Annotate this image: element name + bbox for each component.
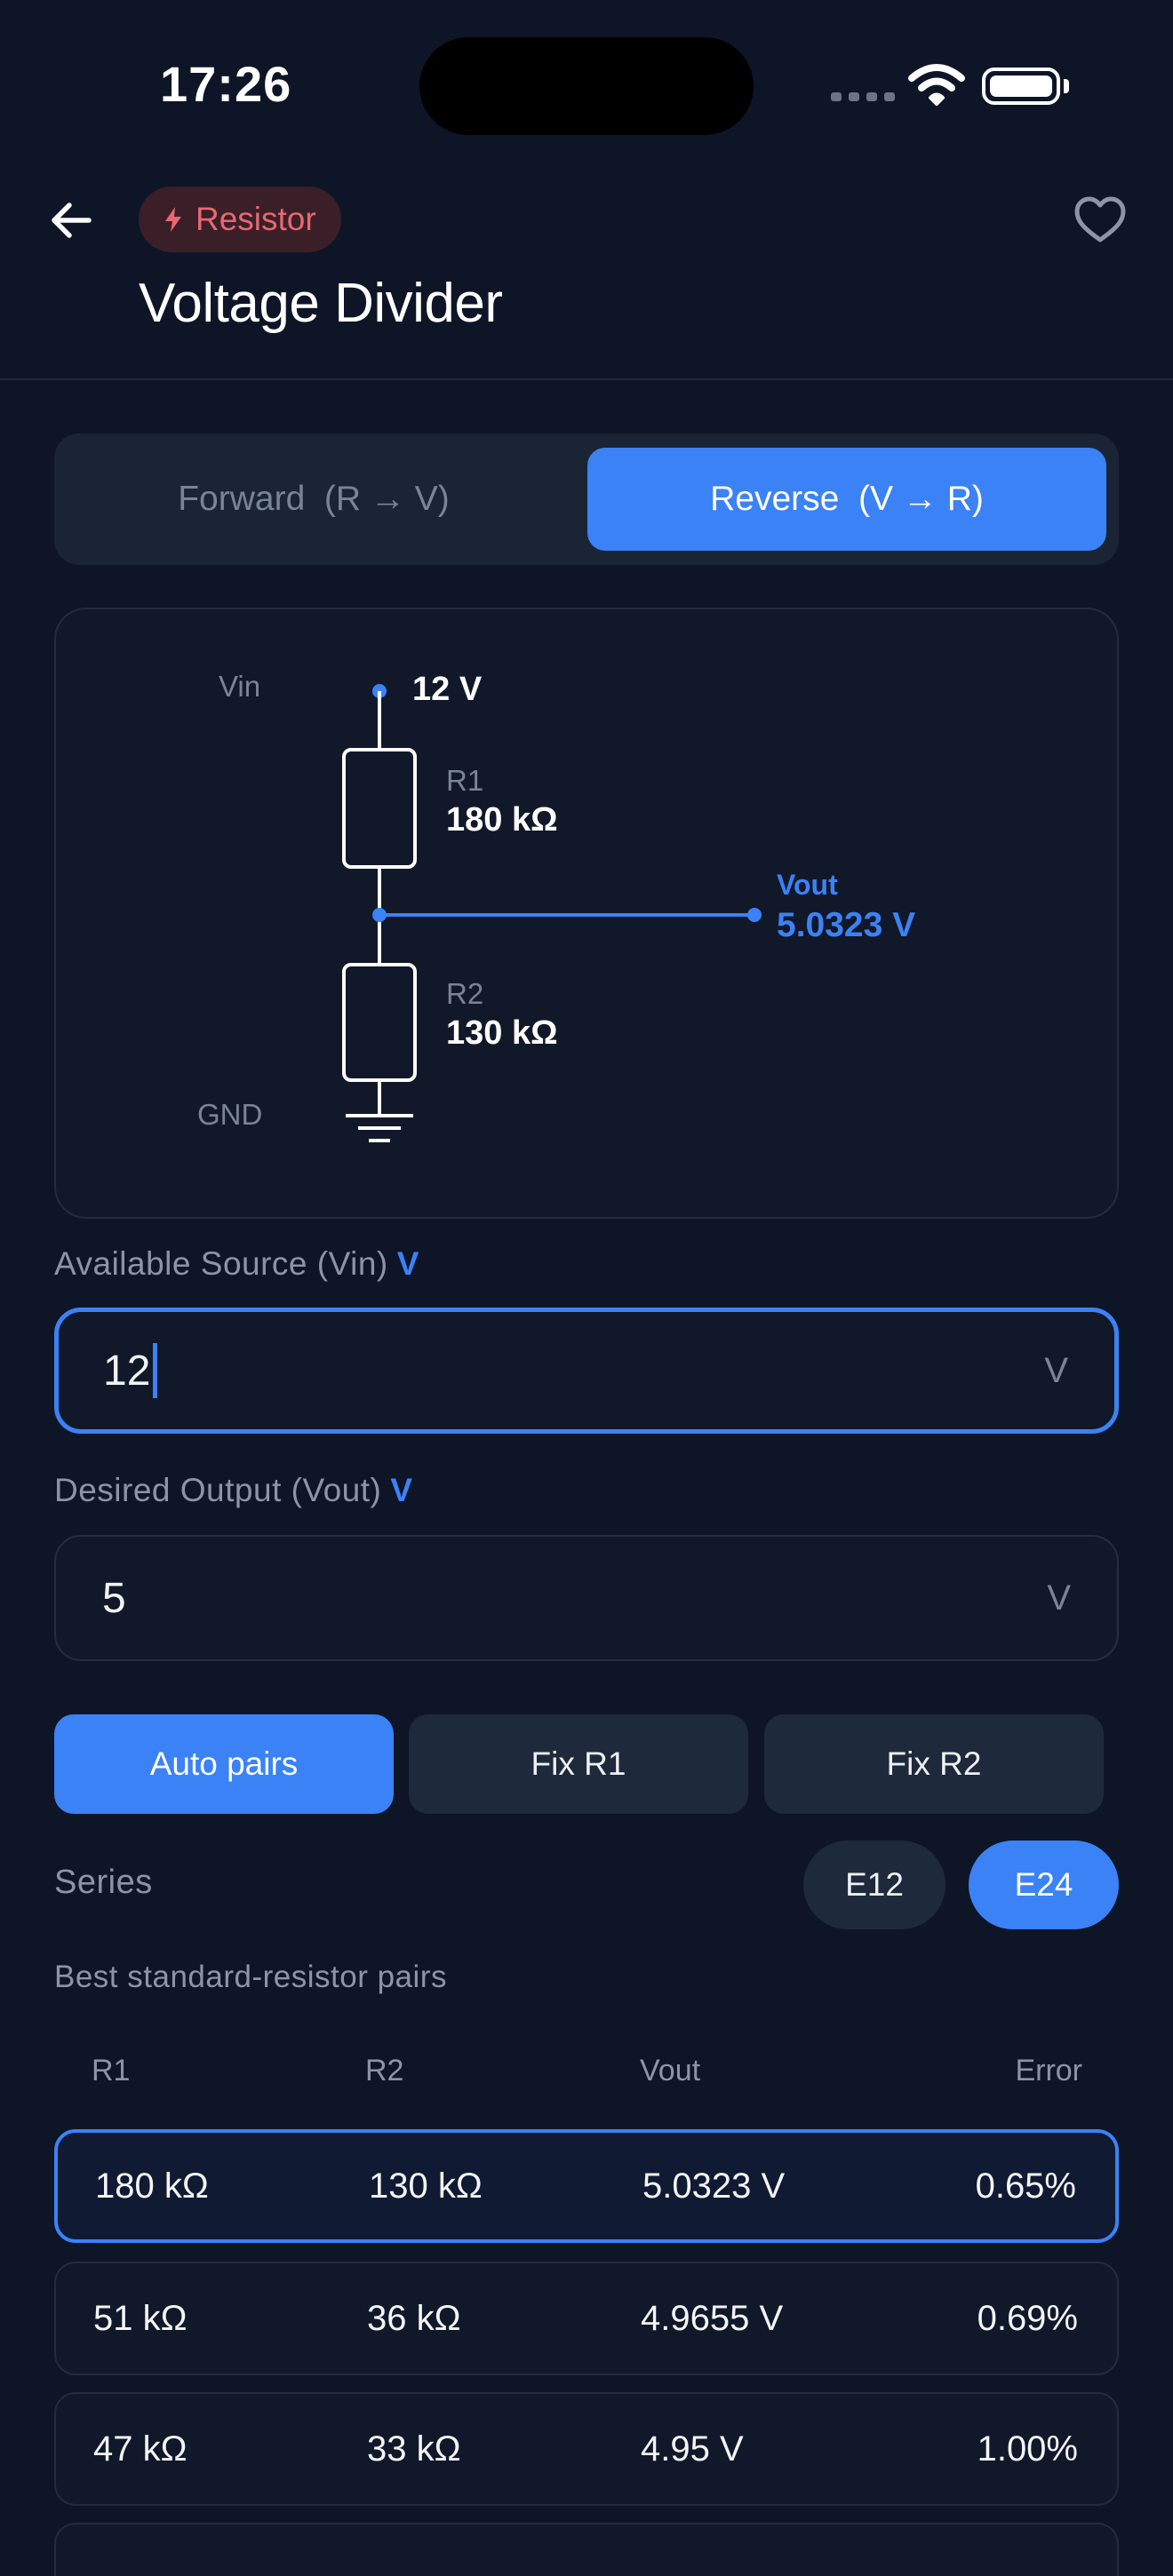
result-row-partial[interactable] [54, 2523, 1119, 2576]
column-header-error: Error [1015, 2054, 1082, 2087]
category-chip: Resistor [139, 187, 341, 252]
row-error: 1.00% [977, 2429, 1078, 2469]
r1-resistor [342, 748, 417, 869]
series-e12-pill[interactable]: E12 [803, 1841, 946, 1929]
vout-value: 5.0323 V [777, 906, 916, 944]
row-r1: 47 kΩ [93, 2429, 188, 2469]
vin-input[interactable]: 12 V [54, 1308, 1119, 1434]
vin-input-suffix: V [1044, 1350, 1068, 1390]
row-vout: 4.9655 V [641, 2298, 784, 2338]
auto-pairs-button[interactable]: Auto pairs [54, 1714, 394, 1814]
dynamic-island [419, 37, 754, 135]
row-error: 0.69% [977, 2298, 1078, 2338]
fix-r2-button[interactable]: Fix R2 [764, 1714, 1104, 1814]
row-error: 0.65% [975, 2166, 1076, 2206]
vout-label: Vout [777, 869, 838, 901]
row-r1: 180 kΩ [95, 2166, 209, 2206]
battery-tip [1064, 79, 1069, 93]
wifi-icon [908, 64, 965, 106]
fix-r1-button[interactable]: Fix R1 [409, 1714, 748, 1814]
r1-value: 180 kΩ [446, 801, 558, 839]
series-label: Series [54, 1864, 153, 1901]
vin-input-value-wrap: 12 [103, 1312, 158, 1429]
circuit-diagram: Vin 12 V R1 180 kΩ Vout 5.0323 V R2 130 … [54, 608, 1119, 1219]
results-heading: Best standard-resistor pairs [54, 1960, 447, 1994]
forward-mode-button[interactable]: Forward (R → V) [54, 448, 573, 551]
vin-field-label-text: Available Source (Vin) [54, 1245, 388, 1282]
row-r2: 36 kΩ [367, 2298, 461, 2338]
text-caret [153, 1343, 158, 1398]
page-title: Voltage Divider [139, 273, 503, 334]
series-e24-pill[interactable]: E24 [969, 1841, 1119, 1929]
back-arrow-icon[interactable] [46, 195, 96, 245]
r2-value: 130 kΩ [446, 1014, 558, 1052]
reverse-mode-button[interactable]: Reverse (V → R) [587, 448, 1106, 551]
row-vout: 4.95 V [641, 2429, 744, 2469]
column-header-r2: R2 [365, 2054, 404, 2087]
r1-label: R1 [446, 764, 484, 797]
vout-field-label: Desired Output (Vout) V [54, 1472, 413, 1509]
favorite-heart-icon[interactable] [1073, 195, 1127, 245]
row-vout: 5.0323 V [642, 2166, 786, 2206]
gnd-label: GND [197, 1098, 263, 1131]
vout-field-label-text: Desired Output (Vout) [54, 1472, 382, 1508]
category-label: Resistor [196, 201, 316, 237]
status-time: 17:26 [160, 56, 292, 112]
vout-unit-tag: V [390, 1472, 413, 1508]
result-row[interactable]: 51 kΩ 36 kΩ 4.9655 V 0.69% [54, 2262, 1119, 2375]
row-r2: 33 kΩ [367, 2429, 461, 2469]
vout-node [747, 908, 762, 922]
lightning-icon [165, 207, 181, 232]
vout-input[interactable]: 5 V [54, 1535, 1119, 1661]
vin-unit-tag: V [396, 1245, 419, 1282]
cellular-signal-icon [831, 92, 895, 101]
r2-label: R2 [446, 977, 484, 1010]
header-divider [0, 378, 1173, 380]
r2-resistor [342, 963, 417, 1082]
battery-icon [982, 68, 1060, 105]
row-r2: 130 kΩ [369, 2166, 483, 2206]
row-r1: 51 kΩ [93, 2298, 188, 2338]
column-header-r1: R1 [92, 2054, 131, 2087]
result-row-selected[interactable]: 180 kΩ 130 kΩ 5.0323 V 0.65% [54, 2129, 1119, 2243]
ground-symbol [346, 1114, 413, 1142]
vout-input-suffix: V [1047, 1578, 1071, 1618]
vin-field-label: Available Source (Vin) V [54, 1245, 419, 1283]
mode-toggle: Forward (R → V) Reverse (V → R) [54, 433, 1119, 565]
vin-label: Vin [219, 670, 261, 703]
vout-input-value: 5 [102, 1574, 126, 1622]
vin-value: 12 V [412, 671, 483, 708]
column-header-vout: Vout [640, 2054, 701, 2087]
result-row[interactable]: 47 kΩ 33 kΩ 4.95 V 1.00% [54, 2392, 1119, 2506]
vin-input-value: 12 [103, 1347, 151, 1395]
